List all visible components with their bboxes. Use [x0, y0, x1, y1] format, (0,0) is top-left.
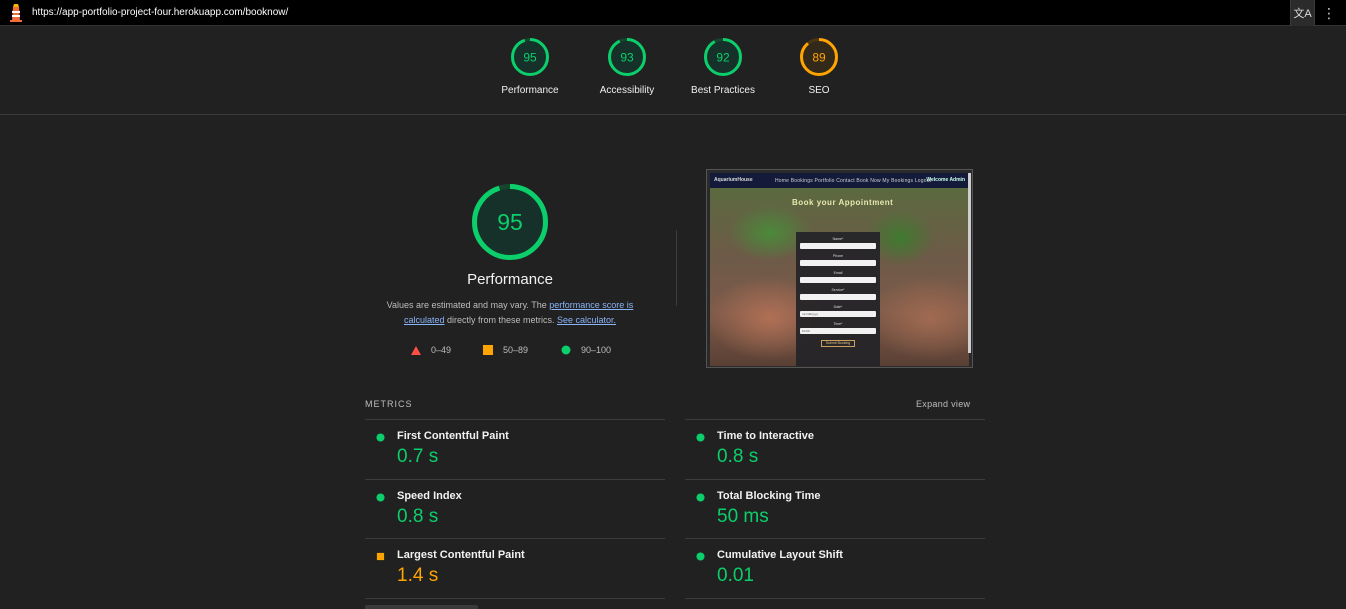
final-screenshot-thumbnail[interactable]: AquariumHouse Home Bookings Portfolio Co… — [706, 169, 973, 368]
summary-gauge-best-practices[interactable]: 92 Best Practices — [678, 37, 768, 96]
score-ring-icon: 93 — [608, 38, 646, 76]
thumb-nav-links: Home Bookings Portfolio Contact Book Now… — [775, 178, 932, 184]
performance-gauge: 95 — [472, 184, 548, 260]
metric-largest-contentful-paint: Largest Contentful Paint 1.4 s — [365, 538, 665, 598]
pass-circle-icon — [376, 433, 385, 442]
summary-label: Best Practices — [691, 85, 755, 96]
metric-name: Speed Index — [397, 489, 462, 502]
summary-gauge-seo[interactable]: 89 SEO — [774, 37, 864, 96]
thumb-field-label: Email — [833, 271, 843, 275]
metric-name: Cumulative Layout Shift — [717, 549, 843, 561]
score-summary: 95 Performance 93 Accessibility 92 Best … — [0, 26, 1346, 115]
metrics-left-column: First Contentful Paint 0.7 s Speed Index… — [365, 419, 665, 599]
thumb-date-input: mm/dd/yyyy — [800, 311, 876, 317]
thumb-field-input — [800, 294, 876, 300]
score-ring-icon: 92 — [704, 38, 742, 76]
thumb-scrollbar — [968, 173, 971, 353]
metrics-right-column: Time to Interactive 0.8 s Total Blocking… — [685, 419, 985, 599]
score-ring-icon: 89 — [800, 38, 838, 76]
thumb-field-label: Phone — [832, 254, 844, 258]
metric-value: 0.01 — [717, 565, 754, 586]
lighthouse-logo-icon — [10, 4, 22, 22]
metric-first-contentful-paint: First Contentful Paint 0.7 s — [365, 419, 665, 479]
see-calculator-link[interactable]: See calculator. — [557, 315, 616, 325]
translate-glyph: 文A — [1293, 8, 1312, 20]
metric-speed-index: Speed Index 0.8 s — [365, 478, 665, 539]
thumb-field-label: Date* — [833, 305, 843, 309]
thumb-field-label: Service* — [831, 288, 845, 292]
vertical-divider — [676, 230, 677, 306]
legend-range: 50–89 — [503, 345, 529, 355]
summary-score: 95 — [523, 51, 537, 65]
performance-title: Performance — [467, 271, 553, 288]
summary-gauge-performance[interactable]: 95 Performance — [485, 37, 575, 96]
view-treemap-button[interactable] — [365, 605, 478, 609]
metric-value: 0.7 s — [397, 446, 439, 467]
pass-circle-icon — [696, 433, 705, 442]
pass-circle-icon — [696, 492, 705, 502]
metric-value: 0.8 s — [717, 446, 759, 467]
performance-score: 95 — [497, 209, 523, 235]
thumb-field-label: Time* — [833, 322, 843, 326]
thumb-booking-form: Name* Phone Email Service* Date* mm/dd/yy… — [796, 232, 880, 366]
summary-score: 92 — [716, 51, 730, 65]
legend-pass: 90–100 — [561, 345, 611, 355]
menu-glyph: ⋮ — [1322, 4, 1336, 21]
legend-range: 0–49 — [431, 345, 452, 355]
score-ring-icon: 95 — [511, 38, 549, 76]
thumb-time-input: 10:00 — [800, 328, 876, 334]
metric-total-blocking-time: Total Blocking Time 50 ms — [685, 478, 985, 539]
metric-cumulative-layout-shift: Cumulative Layout Shift 0.01 — [685, 538, 985, 598]
metric-name: First Contentful Paint — [397, 430, 509, 442]
kebab-menu-icon[interactable]: ⋮ — [1318, 0, 1340, 26]
thumb-welcome: Welcome Admin — [926, 177, 965, 183]
translate-icon[interactable]: 文A — [1290, 0, 1315, 26]
url-text[interactable]: https://app-portfolio-project-four.herok… — [32, 7, 288, 18]
thumb-navbar: AquariumHouse Home Bookings Portfolio Co… — [710, 173, 969, 188]
average-square-icon — [376, 552, 385, 561]
pass-circle-icon — [376, 492, 385, 502]
triangle-icon — [411, 345, 421, 355]
performance-description: Values are estimated and may vary. The p… — [370, 298, 650, 328]
summary-score: 93 — [620, 51, 634, 65]
metric-value: 1.4 s — [397, 565, 439, 586]
summary-gauge-accessibility[interactable]: 93 Accessibility — [582, 37, 672, 96]
browser-address-bar: https://app-portfolio-project-four.herok… — [0, 0, 1346, 26]
summary-score: 89 — [812, 51, 826, 65]
expand-view-toggle[interactable]: Expand view — [916, 399, 970, 409]
legend-fail: 0–49 — [411, 345, 451, 355]
thumb-field-input — [800, 260, 876, 266]
metric-name: Total Blocking Time — [717, 489, 821, 502]
metric-value: 50 ms — [717, 505, 769, 527]
thumb-brand: AquariumHouse — [714, 177, 753, 183]
desc-text: Values are estimated and may vary. The — [386, 300, 550, 310]
metric-value: 0.8 s — [397, 505, 439, 527]
summary-label: Accessibility — [599, 85, 655, 96]
legend-average: 50–89 — [483, 345, 528, 355]
metrics-heading: METRICS — [365, 399, 413, 409]
desc-text: directly from these metrics. — [444, 315, 557, 325]
summary-label: Performance — [501, 85, 559, 96]
thumb-submit-button: Submit Booking — [821, 340, 855, 347]
square-icon — [483, 345, 493, 355]
legend-range: 90–100 — [581, 345, 612, 355]
thumb-field-label: Name* — [832, 237, 844, 241]
thumb-field-input — [800, 277, 876, 283]
pass-circle-icon — [696, 552, 705, 561]
thumb-field-input — [800, 243, 876, 249]
metric-name: Time to Interactive — [717, 430, 814, 442]
thumb-heading: Book your Appointment — [792, 198, 894, 207]
circle-icon — [561, 345, 571, 355]
metric-time-to-interactive: Time to Interactive 0.8 s — [685, 419, 985, 479]
summary-label: SEO — [808, 85, 830, 96]
metric-name: Largest Contentful Paint — [397, 549, 525, 561]
